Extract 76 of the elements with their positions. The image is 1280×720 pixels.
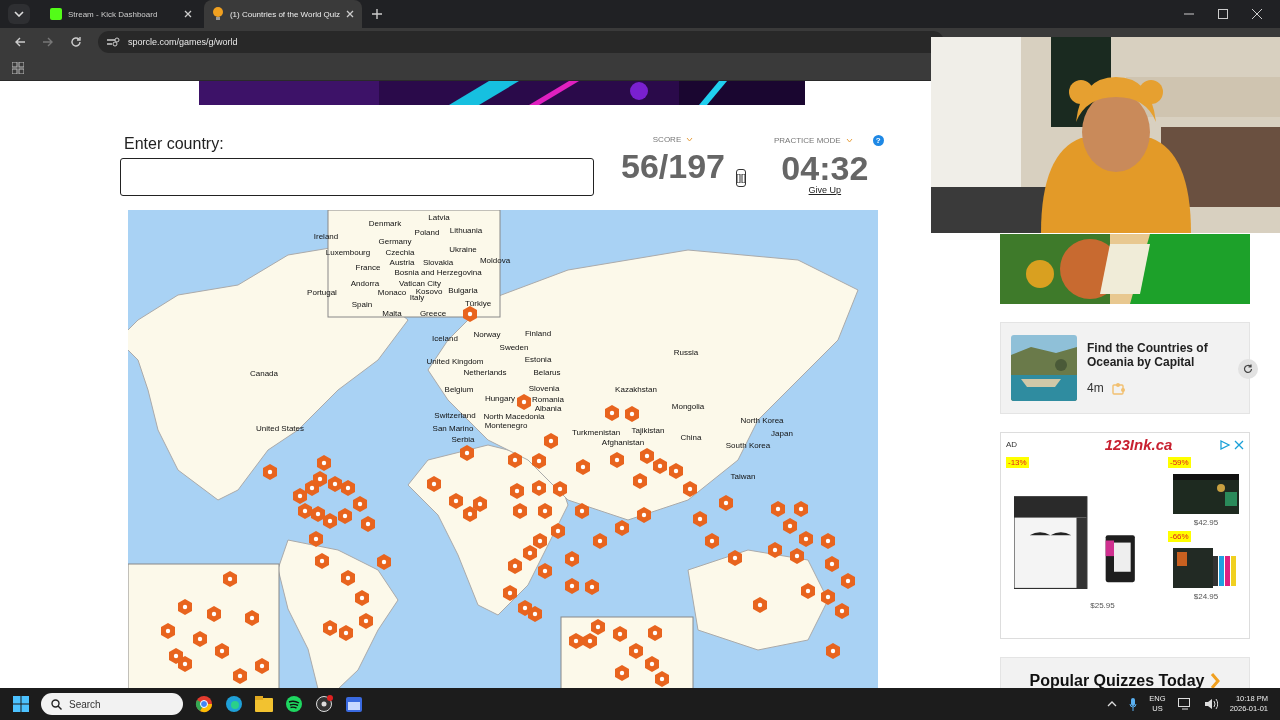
- country-label: Czechia: [385, 247, 415, 257]
- country-label: Malta: [382, 308, 402, 318]
- country-label: Switzerland: [434, 410, 476, 420]
- country-label: Slovenia: [528, 383, 560, 393]
- country-label: Mongolia: [671, 401, 705, 411]
- discount-tag: -13%: [1006, 457, 1029, 468]
- country-label: United Kingdom: [426, 356, 484, 366]
- country-label: Montenegro: [484, 420, 528, 430]
- country-label: Afghanistan: [601, 437, 645, 447]
- country-label: Germany: [378, 236, 412, 246]
- discount-tag: -66%: [1168, 531, 1191, 542]
- country-label: Turkmenistan: [571, 427, 621, 437]
- country-label: Kazakhstan: [615, 384, 657, 394]
- country-label: San Marino: [432, 423, 474, 433]
- country-label: Taiwan: [730, 471, 756, 481]
- country-label: Belgium: [444, 384, 474, 394]
- ad-label: AD: [1006, 440, 1018, 449]
- address-bar[interactable]: sporcle.com/games/g/world: [98, 31, 944, 53]
- search-field[interactable]: Search: [41, 693, 183, 715]
- country-label: Monaco: [377, 287, 407, 297]
- country-label: Netherlands: [463, 367, 507, 377]
- country-label: Finland: [524, 328, 552, 338]
- country-label: Sweden: [499, 342, 529, 352]
- country-label: South Korea: [725, 440, 771, 450]
- country-label: Spain: [351, 299, 373, 309]
- country-label: Albania: [534, 403, 562, 413]
- browser-tab[interactable]: (1) Countries of the World Quiz: [204, 0, 362, 28]
- discount-tag: -59%: [1168, 457, 1191, 468]
- score-dropdown[interactable]: SCORE: [652, 135, 694, 144]
- country-label: Romania: [532, 394, 564, 404]
- country-label: Estonia: [524, 354, 552, 364]
- country-label: Japan: [771, 428, 793, 438]
- country-label: Ukraine: [449, 244, 477, 254]
- country-label: United States: [256, 423, 304, 433]
- give-up-link[interactable]: Give Up: [808, 185, 842, 195]
- quiz-title-link[interactable]: Find the Countries of Oceania by Capital: [1087, 341, 1217, 369]
- country-label: Serbia: [451, 434, 475, 444]
- product-price[interactable]: $25.95: [1090, 601, 1115, 610]
- product-price[interactable]: $42.95: [1193, 518, 1219, 527]
- country-label: Bulgaria: [448, 285, 478, 295]
- score-value: 56/197: [621, 147, 725, 186]
- brand-logo[interactable]: 123Ink.ca: [1104, 436, 1173, 453]
- country-label: Denmark: [368, 218, 402, 228]
- country-label: Luxembourg: [325, 247, 371, 257]
- country-label: Russia: [673, 347, 699, 357]
- country-label: France: [355, 262, 381, 272]
- input-label: Enter country:: [124, 135, 225, 153]
- country-label: Lithuania: [449, 225, 483, 235]
- country-label: Poland: [414, 227, 440, 237]
- country-label: Slovakia: [422, 257, 454, 267]
- country-label: Türkiye: [464, 298, 492, 308]
- country-label: Tajikistan: [631, 425, 665, 435]
- country-label: Moldova: [479, 255, 511, 265]
- country-label: North Macedonia: [483, 411, 545, 421]
- country-label: Austria: [389, 257, 415, 267]
- country-label: Andorra: [350, 278, 380, 288]
- country-label: China: [680, 432, 702, 442]
- quiz-duration: 4m: [1087, 381, 1104, 395]
- country-label: Norway: [473, 329, 501, 339]
- country-label: North Korea: [740, 415, 784, 425]
- country-label: Portugal: [307, 287, 337, 297]
- country-label: Hungary: [484, 393, 516, 403]
- country-label: Iceland: [432, 333, 458, 343]
- country-label: Kosovo: [415, 286, 443, 296]
- product-price[interactable]: $24.95: [1193, 592, 1219, 601]
- country-label: Ireland: [313, 231, 339, 241]
- country-label: Bosnia and Herzegovina: [394, 267, 482, 277]
- country-label: Canada: [250, 368, 278, 378]
- timer-value: 04:32: [781, 149, 869, 187]
- country-label: Belarus: [533, 367, 561, 377]
- help-button[interactable]: ?: [872, 135, 884, 146]
- mode-dropdown[interactable]: PRACTICE MODE: [774, 136, 853, 145]
- country-label: Latvia: [428, 212, 450, 222]
- country-label: Greece: [419, 308, 447, 318]
- country-label: Vatican City: [398, 278, 442, 288]
- browser-tab[interactable]: Stream - Kick Dashboard: [42, 0, 200, 28]
